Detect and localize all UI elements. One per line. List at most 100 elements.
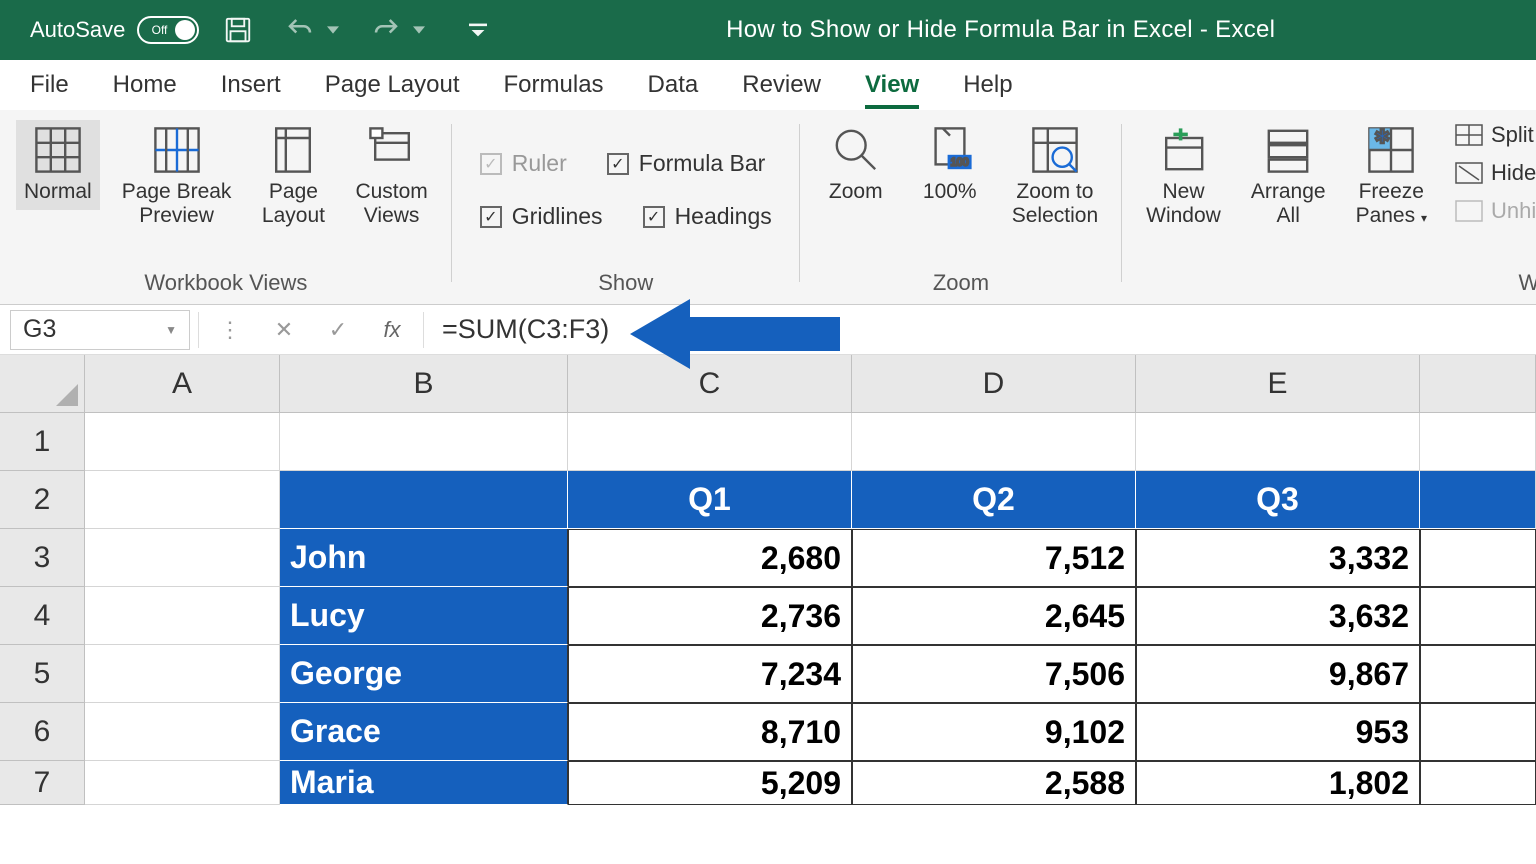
row-header[interactable]: 4 — [0, 587, 85, 645]
row-header[interactable]: 6 — [0, 703, 85, 761]
tab-help[interactable]: Help — [963, 63, 1012, 107]
custom-views-label: Custom Views — [355, 180, 427, 228]
cell[interactable] — [1420, 471, 1536, 529]
cell-value[interactable]: 3,332 — [1136, 529, 1420, 587]
cell-value[interactable]: 2,588 — [852, 761, 1136, 805]
row-header[interactable]: 7 — [0, 761, 85, 805]
cell-value[interactable]: 1,802 — [1136, 761, 1420, 805]
cell-value[interactable]: 2,736 — [568, 587, 852, 645]
customize-qat-icon[interactable] — [461, 13, 495, 47]
enter-formula-icon[interactable]: ✓ — [315, 310, 361, 350]
checkbox-icon: ✓ — [607, 153, 629, 175]
zoom-button[interactable]: Zoom — [816, 120, 896, 210]
cell-value[interactable]: 7,506 — [852, 645, 1136, 703]
cell[interactable] — [85, 761, 280, 805]
zoom-100-button[interactable]: 100 100% — [910, 120, 990, 210]
custom-views-button[interactable]: Custom Views — [347, 120, 435, 234]
cell-value[interactable]: 8,710 — [568, 703, 852, 761]
cell-header[interactable]: Q3 — [1136, 471, 1420, 529]
cell-header[interactable]: Q2 — [852, 471, 1136, 529]
page-layout-button[interactable]: Page Layout — [253, 120, 333, 234]
spreadsheet-grid[interactable]: A B C D E 1 2 Q1 Q2 Q3 3 John 2,680 7,51… — [0, 355, 1536, 805]
cell-name[interactable]: John — [280, 529, 568, 587]
cell-value[interactable]: 3,632 — [1136, 587, 1420, 645]
freeze-panes-button[interactable]: ✱ Freeze Panes ▾ — [1348, 120, 1435, 234]
cell[interactable] — [85, 529, 280, 587]
hide-button[interactable]: Hide — [1455, 158, 1536, 188]
cell[interactable] — [85, 471, 280, 529]
cell[interactable] — [1420, 413, 1536, 471]
cell[interactable] — [1420, 761, 1536, 805]
arrange-all-button[interactable]: Arrange All — [1243, 120, 1334, 234]
redo-dropdown-icon[interactable] — [411, 13, 427, 47]
cell-value[interactable]: 9,867 — [1136, 645, 1420, 703]
page-break-preview-button[interactable]: Page Break Preview — [114, 120, 240, 234]
cell[interactable] — [280, 413, 568, 471]
cell[interactable] — [85, 645, 280, 703]
fx-icon[interactable]: fx — [369, 310, 415, 350]
col-header-d[interactable]: D — [852, 355, 1136, 413]
tab-data[interactable]: Data — [648, 63, 699, 107]
tab-review[interactable]: Review — [742, 63, 821, 107]
gridlines-checkbox[interactable]: ✓ Gridlines — [480, 199, 603, 234]
headings-checkbox[interactable]: ✓ Headings — [643, 199, 772, 234]
cell-value[interactable]: 5,209 — [568, 761, 852, 805]
new-window-icon — [1159, 126, 1207, 174]
cell[interactable] — [1420, 587, 1536, 645]
cell-header[interactable] — [280, 471, 568, 529]
dotted-handle-icon[interactable]: ⋮ — [207, 310, 253, 350]
col-header-e[interactable]: E — [1136, 355, 1420, 413]
new-window-button[interactable]: New Window — [1138, 120, 1229, 234]
formula-bar-checkbox[interactable]: ✓ Formula Bar — [607, 146, 766, 181]
cell[interactable] — [568, 413, 852, 471]
tab-file[interactable]: File — [30, 63, 69, 107]
cell-value[interactable]: 7,512 — [852, 529, 1136, 587]
cell-name[interactable]: George — [280, 645, 568, 703]
normal-button[interactable]: Normal — [16, 120, 100, 210]
cell-value[interactable]: 9,102 — [852, 703, 1136, 761]
cell[interactable] — [85, 587, 280, 645]
toggle-switch[interactable]: Off — [137, 16, 199, 44]
cell[interactable] — [85, 703, 280, 761]
cell[interactable] — [85, 413, 280, 471]
freeze-panes-icon: ✱ — [1367, 126, 1415, 174]
zoom-selection-button[interactable]: Zoom to Selection — [1004, 120, 1106, 234]
tab-home[interactable]: Home — [113, 63, 177, 107]
cell-name[interactable]: Lucy — [280, 587, 568, 645]
cell[interactable] — [1420, 645, 1536, 703]
chevron-down-icon[interactable]: ▼ — [165, 323, 177, 337]
cell-value[interactable]: 953 — [1136, 703, 1420, 761]
cell-name[interactable]: Maria — [280, 761, 568, 805]
row-header[interactable]: 5 — [0, 645, 85, 703]
redo-icon[interactable] — [369, 13, 403, 47]
cell[interactable] — [1136, 413, 1420, 471]
cancel-formula-icon[interactable]: ✕ — [261, 310, 307, 350]
save-icon[interactable] — [221, 13, 255, 47]
autosave-toggle[interactable]: AutoSave Off — [30, 16, 199, 44]
cell[interactable] — [1420, 529, 1536, 587]
cell-value[interactable]: 2,645 — [852, 587, 1136, 645]
cell-value[interactable]: 2,680 — [568, 529, 852, 587]
cell[interactable] — [852, 413, 1136, 471]
select-all-corner[interactable] — [0, 355, 85, 413]
row-header[interactable]: 1 — [0, 413, 85, 471]
formula-input[interactable]: =SUM(C3:F3) — [432, 314, 1526, 345]
undo-icon[interactable] — [283, 13, 317, 47]
row-header[interactable]: 2 — [0, 471, 85, 529]
name-box[interactable]: G3 ▼ — [10, 310, 190, 350]
cell-header[interactable]: Q1 — [568, 471, 852, 529]
col-header-f[interactable] — [1420, 355, 1536, 413]
col-header-a[interactable]: A — [85, 355, 280, 413]
cell-value[interactable]: 7,234 — [568, 645, 852, 703]
tab-formulas[interactable]: Formulas — [504, 63, 604, 107]
row-header[interactable]: 3 — [0, 529, 85, 587]
undo-dropdown-icon[interactable] — [325, 13, 341, 47]
tab-page-layout[interactable]: Page Layout — [325, 63, 460, 107]
cell[interactable] — [1420, 703, 1536, 761]
col-header-b[interactable]: B — [280, 355, 568, 413]
tab-view[interactable]: View — [865, 63, 919, 107]
tab-insert[interactable]: Insert — [221, 63, 281, 107]
split-button[interactable]: Split — [1455, 120, 1536, 150]
cell-name[interactable]: Grace — [280, 703, 568, 761]
ruler-label: Ruler — [512, 150, 567, 177]
